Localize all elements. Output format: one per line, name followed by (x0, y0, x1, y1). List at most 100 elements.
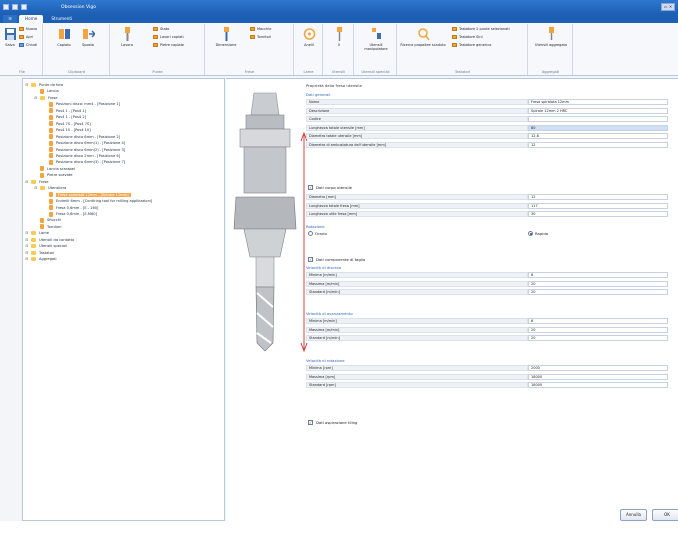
copy-button[interactable]: Copiato (54, 26, 74, 47)
property-value-input[interactable]: 20 (528, 335, 668, 342)
open-button[interactable]: Apri (19, 35, 33, 39)
tree-item-label: Pos4 1 - [Pos4 1] (56, 108, 87, 113)
expand-toggle-icon[interactable]: ⊟ (25, 231, 29, 235)
expand-toggle-icon[interactable]: ⊟ (34, 186, 38, 190)
lavori-copiati-button[interactable]: Lavori copiati (153, 35, 184, 39)
checkbox-box[interactable]: ✓ (308, 257, 313, 262)
tree-item[interactable]: Pietre scavate (34, 172, 72, 178)
tree-item[interactable]: Endmill 6mm - [Contiring tool for millin… (43, 198, 152, 204)
checkbox-corpo-utensile[interactable]: ✓ Dati corpo utensile (308, 185, 352, 190)
property-value-input[interactable]: 6 (528, 272, 668, 278)
tree-item[interactable]: Posizione disco 6mm(1) - [Posizione 4] (43, 140, 125, 146)
property-value-input[interactable]: 2000 (528, 365, 668, 371)
tree-item[interactable]: Tornitori (34, 224, 62, 230)
ricerca-button[interactable]: Ricerca propaliee scaduto (400, 26, 446, 47)
property-label: Standard [m/min] (306, 335, 528, 342)
tab-home[interactable]: Home (19, 15, 44, 23)
property-value-input[interactable] (528, 116, 668, 123)
expand-toggle-icon[interactable]: ⊟ (25, 83, 29, 87)
property-value-input[interactable]: 12,8 (528, 133, 668, 140)
property-value-input[interactable]: 6 (528, 318, 668, 324)
property-value-input[interactable]: 12 (528, 194, 668, 200)
tree-item[interactable]: Posizione disco 6mm(3) - [Posizione 7] (43, 159, 125, 165)
tree-item[interactable]: ⊟ Utensilera (34, 185, 66, 191)
lavoro-button[interactable]: Lavoro (119, 26, 135, 47)
utensili-aggregato-button[interactable]: Utensili aggregato (533, 26, 569, 47)
property-value-input[interactable]: 80 (528, 124, 668, 131)
checkbox-box[interactable]: ✓ (308, 420, 313, 425)
expand-toggle-icon[interactable]: ⊟ (25, 238, 29, 242)
expand-toggle-icon[interactable]: ⊟ (25, 251, 29, 255)
property-value-input[interactable]: 20 (528, 326, 668, 333)
checkbox-componente-taglio[interactable]: ✓ Dati componente di taglio (308, 257, 365, 262)
tastatore-sini-button[interactable]: Tastatore Sini (452, 35, 483, 39)
radio-rotation-0[interactable]: Orario (308, 231, 327, 236)
tree-item[interactable]: Sfiocchi (34, 217, 61, 223)
tree-item[interactable]: Pos4 10 - [Pos4 10] (43, 127, 91, 133)
property-value-input[interactable]: 30 (528, 211, 668, 218)
tree-item[interactable]: Pos4 1 - [Pos4 1] (43, 108, 86, 114)
save-quick-icon[interactable] (12, 4, 18, 10)
radio-dot[interactable] (308, 231, 313, 236)
property-value-input[interactable]: 20 (528, 280, 668, 287)
cancel-button[interactable]: Annulla (620, 509, 647, 521)
pietre-copiate-button[interactable]: Pietre copiate (153, 43, 184, 47)
new-button[interactable]: Nuovo (19, 27, 37, 31)
section-general: Dati generali (306, 92, 331, 97)
undo-quick-icon[interactable] (21, 4, 27, 10)
tree-item[interactable]: ⊟ Frese (34, 95, 58, 101)
app-logo-icon[interactable] (3, 4, 9, 10)
tree-item[interactable]: Posizione disco 6mm - [Posizione 2] (43, 134, 120, 140)
expand-toggle-icon[interactable]: ⊟ (34, 96, 38, 100)
tree-item[interactable]: Posizione disco 6mm(2) - [Posizione 3] (43, 147, 125, 153)
tree-item[interactable]: ⊟ Frese (25, 179, 49, 185)
property-value-input[interactable]: 20 (528, 289, 668, 296)
anelli-button[interactable]: Anelli (298, 26, 320, 47)
property-value-input[interactable]: 12 (528, 142, 668, 148)
file-menu-button[interactable]: ☰ (3, 15, 17, 23)
property-value-input[interactable]: 117 (528, 202, 668, 209)
tab-strumenti[interactable]: Strumenti (45, 15, 78, 23)
dimensione-button[interactable]: Dimensione (214, 26, 238, 47)
property-value-input[interactable]: 18000 (528, 382, 668, 389)
tree-item[interactable]: Pos4 7S - [Pos4 7S] (43, 121, 91, 127)
stato-button[interactable]: Stato (153, 27, 169, 31)
tastatore-2-punte-button[interactable]: Tastatore 2 punte selezionati (452, 27, 510, 31)
tree-item[interactable]: Fresa 0,6mm - [E-M60] (43, 211, 97, 217)
radio-dot[interactable] (528, 231, 533, 236)
expand-toggle-icon[interactable]: ⊟ (25, 257, 29, 261)
tree-item[interactable]: Lancia scarabei (34, 166, 75, 172)
window-control-button[interactable]: ▭ ✕ (661, 3, 675, 11)
tree-item[interactable]: Lancia (34, 88, 59, 94)
tastatore-generico-button[interactable]: Tastatore generico (452, 43, 491, 47)
save-button[interactable]: Salva (3, 26, 17, 47)
property-value-input[interactable]: Spirale 12mm 2 HRC (528, 107, 668, 114)
tree-item[interactable]: ⊟ Tastatori (25, 250, 54, 256)
ok-button[interactable]: OK (652, 509, 678, 521)
tree-item[interactable]: ⊟ Aggregati (25, 256, 57, 262)
move-button[interactable]: Sposta (78, 26, 98, 47)
quick-access-toolbar (3, 4, 27, 10)
property-row: Standard [rpm] 18000 (306, 382, 668, 389)
property-value-input[interactable]: Fresa spiralata 12mm (528, 99, 668, 105)
tree-item[interactable]: ⊟ Punte da foro (25, 82, 63, 88)
tree-item[interactable]: Posizione disco 2mm - [Posizione 6] (43, 153, 120, 159)
expand-toggle-icon[interactable]: ⊟ (25, 180, 29, 184)
tree-item[interactable]: Fresa spiralata 12mm - [Spirale 12mm] (43, 192, 131, 198)
tree-item[interactable]: Pos4 1 - [Pos4 2] (43, 114, 86, 120)
utensili-il-button[interactable]: Il (328, 26, 350, 47)
tree-item[interactable]: ⊟ Lame (25, 230, 49, 236)
tree-item[interactable]: ⊟ Utensili da contatto (25, 237, 74, 243)
checkbox-aspirazione[interactable]: ✓ Dati aspirazione tiling (308, 420, 357, 425)
checkbox-box[interactable]: ✓ (308, 185, 313, 190)
property-value-input[interactable]: 18000 (528, 373, 668, 380)
expand-toggle-icon[interactable]: ⊟ (25, 244, 29, 248)
radio-rotation-1[interactable]: Rapida (528, 231, 548, 236)
tornitori-button[interactable]: Tornitori (250, 35, 271, 39)
utensili-manipolatore-button[interactable]: Utensili manipolatore (359, 26, 393, 51)
tree-item[interactable]: Fresa 0,6mm - [E - 160] (43, 205, 98, 211)
tree-item[interactable]: ⊟ Utensili speciali (25, 243, 67, 249)
tree-item[interactable]: Posizioni disco: mm4 - [Posizione 1] (43, 101, 120, 107)
close-button[interactable]: Chiudi (19, 43, 37, 47)
macchie-button[interactable]: Macchie (250, 27, 271, 31)
